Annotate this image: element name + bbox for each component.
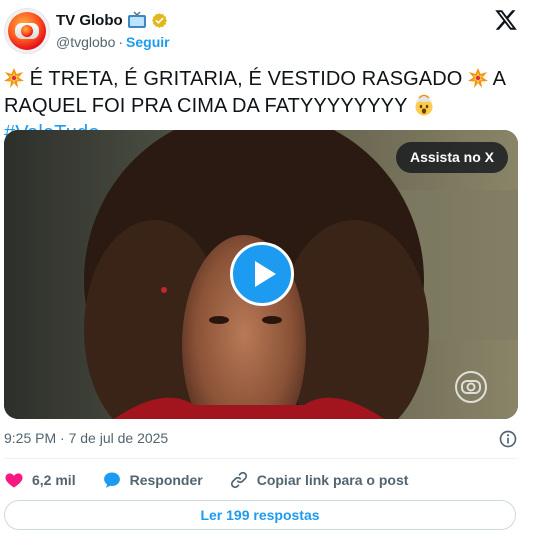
avatar[interactable] [4, 8, 50, 54]
x-logo-icon[interactable] [494, 8, 518, 32]
like-count: 6,2 mil [32, 472, 76, 488]
author-display-name[interactable]: TV Globo [56, 12, 123, 29]
reply-label: Responder [129, 472, 203, 488]
reply-bubble-icon [103, 472, 120, 488]
copy-link-label: Copiar link para o post [256, 472, 409, 488]
like-button[interactable]: 6,2 mil [4, 470, 76, 490]
play-button[interactable] [230, 242, 294, 306]
author-handle-row: @tvglobo · Seguir [56, 34, 170, 50]
globo-watermark-icon [455, 371, 487, 403]
author-name-row: TV Globo [56, 11, 168, 29]
tv-emoji-icon [127, 11, 146, 28]
post-timestamp[interactable]: 9:25 PM · 7 de jul de 2025 [4, 430, 168, 446]
divider [4, 458, 518, 459]
reply-button[interactable]: Responder [102, 470, 203, 490]
play-icon [255, 261, 276, 287]
exploding-head-emoji-icon [415, 94, 433, 116]
tweet-card: TV Globo @tvglobo · Seguir É TRETA, É GR… [0, 0, 535, 539]
follow-button[interactable]: Seguir [126, 34, 170, 50]
watch-on-x-button[interactable]: Assista no X [395, 142, 508, 173]
read-replies-button[interactable]: Ler 199 respostas [4, 500, 516, 530]
globo-logo-icon [8, 12, 46, 50]
copy-link-button[interactable]: Copiar link para o post [229, 470, 409, 490]
heart-icon [5, 473, 23, 488]
author-handle[interactable]: @tvglobo [56, 34, 115, 50]
tweet-text-part1: É TRETA, É GRITARIA, É VESTIDO RASGADO [29, 68, 469, 90]
video-player[interactable]: Assista no X [4, 130, 518, 419]
collision-emoji-icon [4, 68, 24, 88]
separator-dot: · [118, 34, 124, 50]
link-icon [230, 471, 247, 489]
collision-emoji-icon [468, 68, 489, 88]
verified-badge-icon [151, 12, 167, 28]
info-icon[interactable] [498, 429, 518, 449]
action-bar: 6,2 mil Responder Copiar link para o pos… [4, 468, 434, 492]
